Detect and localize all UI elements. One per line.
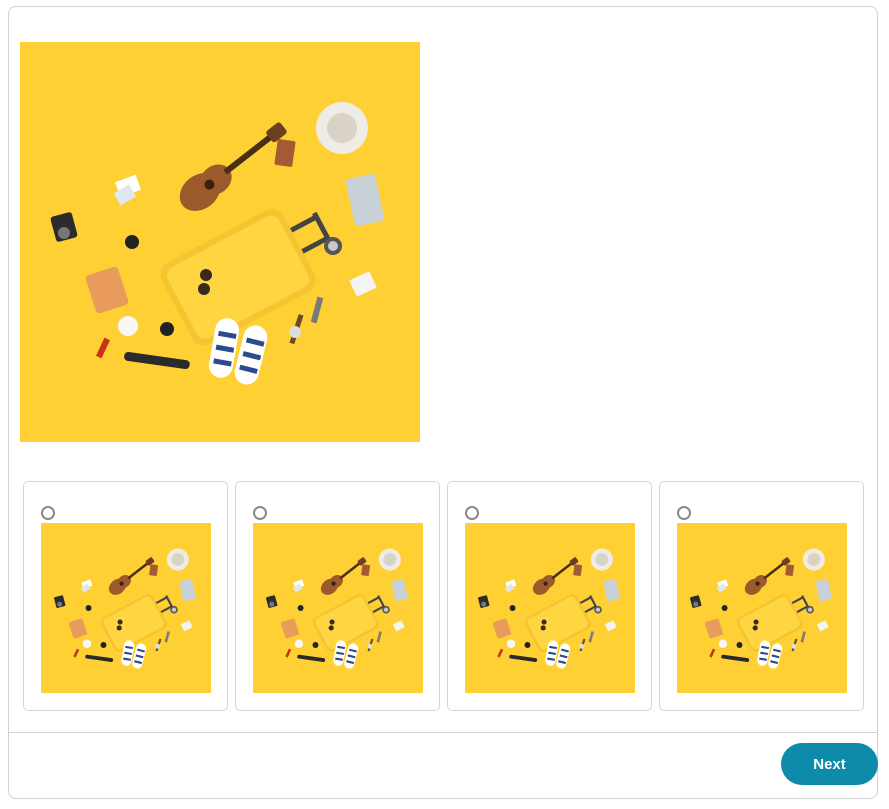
- radio-button-4[interactable]: [677, 506, 691, 520]
- option-3-image: [465, 523, 635, 693]
- answer-option-2[interactable]: [235, 481, 440, 711]
- radio-button-3[interactable]: [465, 506, 479, 520]
- option-4-image: [677, 523, 847, 693]
- travel-flatlay-image: [20, 42, 420, 442]
- answer-option-3[interactable]: [447, 481, 652, 711]
- answer-option-1[interactable]: [23, 481, 228, 711]
- radio-button-1[interactable]: [41, 506, 55, 520]
- radio-button-2[interactable]: [253, 506, 267, 520]
- option-1-image: [41, 523, 211, 693]
- next-button[interactable]: Next: [781, 743, 878, 785]
- option-2-image: [253, 523, 423, 693]
- answer-option-4[interactable]: [659, 481, 864, 711]
- footer-divider: [9, 732, 877, 733]
